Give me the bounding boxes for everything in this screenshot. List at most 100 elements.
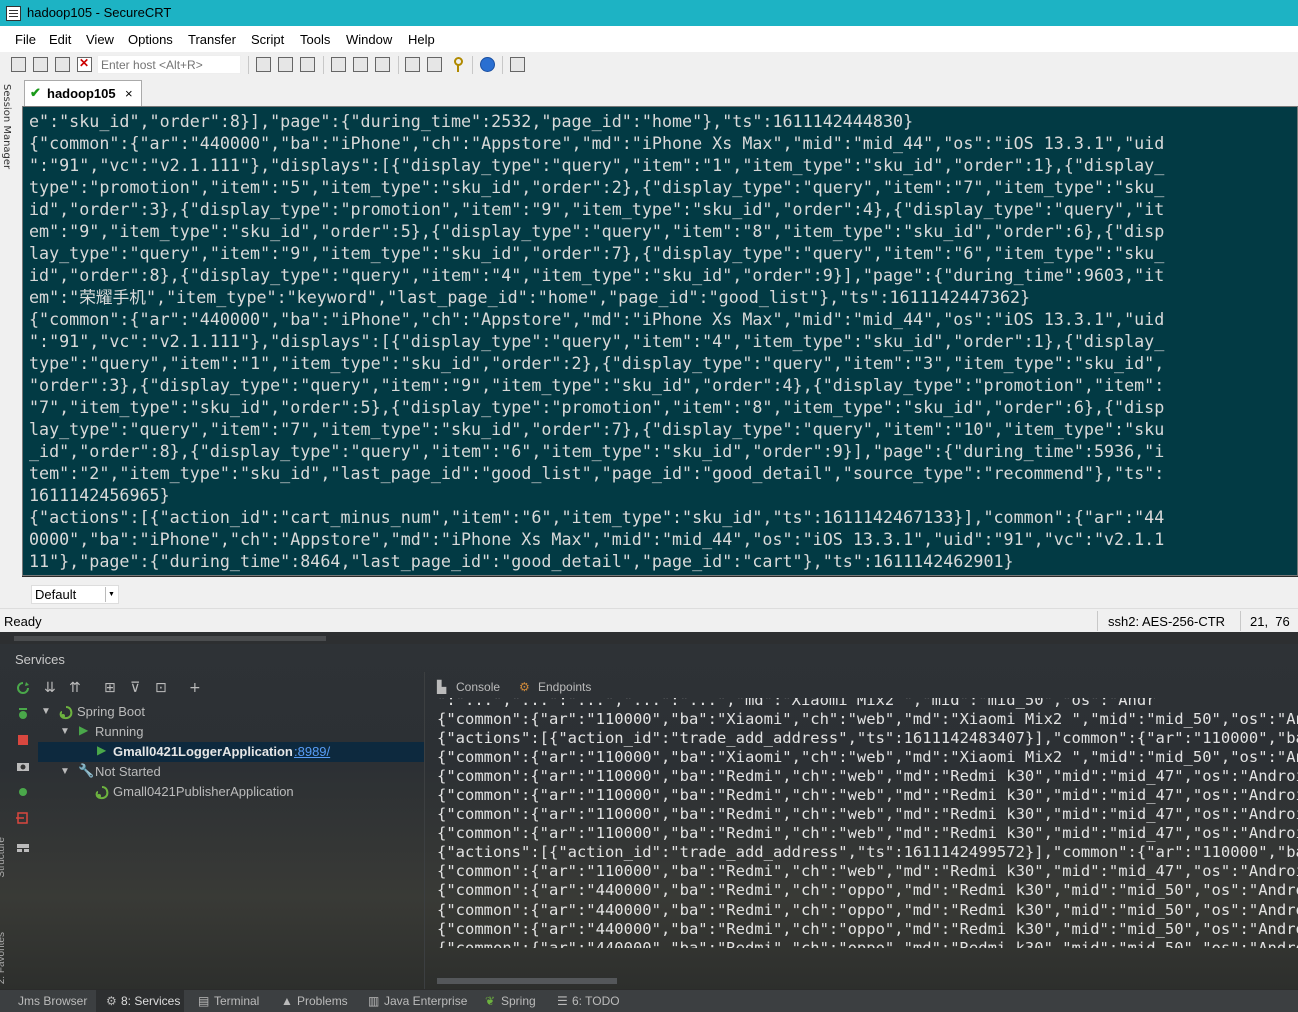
- terminal-line: lay_type":"query","item":"7","item_type"…: [29, 419, 1165, 439]
- status-divider: [1097, 611, 1098, 631]
- tool-services[interactable]: 8: Services: [121, 994, 180, 1008]
- tool-todo[interactable]: 6: TODO: [572, 994, 620, 1008]
- copy-icon[interactable]: [256, 57, 271, 72]
- connect-icon[interactable]: [11, 57, 26, 72]
- terminal-line: em":"9","item_type":"sku_id","order":5},…: [29, 221, 1165, 241]
- console-line: {"common":{"ar":"440000","ba":"Redmi","c…: [437, 900, 1298, 919]
- tree-running[interactable]: Running: [95, 724, 143, 739]
- console-line: {"actions":[{"action_id":"trade_add_addr…: [437, 843, 1298, 862]
- menu-window[interactable]: Window: [346, 32, 392, 47]
- command-bar: Default ▼: [22, 577, 1298, 608]
- scrollbar-thumb[interactable]: [14, 636, 326, 641]
- terminal-line: em":"荣耀手机","item_type":"keyword","last_p…: [29, 287, 1031, 307]
- print-screen-icon[interactable]: [331, 57, 346, 72]
- debug-icon[interactable]: [16, 708, 30, 720]
- session-tab-bar: ✔ hadoop105 ×: [22, 78, 1298, 106]
- side-tool-label-favorites[interactable]: 2: Favorites: [0, 932, 7, 984]
- terminal-line: _id","order":8},{"display_type":"query",…: [29, 441, 1165, 461]
- session-select[interactable]: Default ▼: [31, 585, 119, 604]
- console-line: {"common":{"ar":"110000","ba":"Xiaomi","…: [437, 748, 1298, 767]
- side-tool-label[interactable]: Structure: [0, 837, 7, 878]
- help-icon[interactable]: [480, 57, 495, 72]
- console-output[interactable]: ":"...","...":"...","...":"...","md":"Xi…: [437, 698, 1298, 948]
- menu-edit[interactable]: Edit: [49, 32, 71, 47]
- tool-java-enterprise[interactable]: Java Enterprise: [384, 994, 467, 1008]
- print-selection-icon[interactable]: [353, 57, 368, 72]
- title-bar: hadoop105 - SecureCRT: [0, 0, 1298, 26]
- wrench-icon: 🔧: [78, 763, 95, 778]
- menu-view[interactable]: View: [86, 32, 114, 47]
- terminal-line: {"common":{"ar":"440000","ba":"iPhone","…: [29, 309, 1165, 329]
- expand-all-icon[interactable]: ⇊: [44, 680, 56, 696]
- camera-icon[interactable]: [16, 760, 30, 772]
- group-icon[interactable]: ⊞: [104, 680, 116, 696]
- filter-icon[interactable]: ⊽: [130, 680, 140, 696]
- tab-close-icon[interactable]: ×: [125, 86, 133, 101]
- menu-help[interactable]: Help: [408, 32, 435, 47]
- keymap-icon[interactable]: [510, 57, 525, 72]
- status-divider: [1240, 611, 1241, 631]
- session-manager-tab[interactable]: Session Manager: [0, 78, 17, 198]
- endpoints-icon: ⚙: [519, 680, 530, 694]
- menu-file[interactable]: File: [15, 32, 36, 47]
- menu-script[interactable]: Script: [251, 32, 284, 47]
- terminal-output[interactable]: e":"sku_id","order":8}],"page":{"during_…: [22, 106, 1298, 576]
- tool-problems[interactable]: Problems: [297, 994, 348, 1008]
- securecrt-app-icon[interactable]: [6, 6, 21, 21]
- collapse-all-icon[interactable]: ⇈: [69, 680, 81, 696]
- open-tab-icon[interactable]: ⊡: [155, 680, 167, 696]
- global-options-icon[interactable]: [427, 57, 442, 72]
- tree-expand-icon[interactable]: ▼: [60, 726, 70, 737]
- terminal-line: "order":3},{"display_type":"query","item…: [29, 375, 1165, 395]
- quick-connect-icon[interactable]: [33, 57, 48, 72]
- stop-icon[interactable]: [16, 734, 30, 746]
- layout-icon[interactable]: [16, 842, 30, 854]
- panel-splitter[interactable]: [424, 672, 425, 995]
- tree-expand-icon[interactable]: ▼: [41, 706, 51, 717]
- paste-icon[interactable]: [278, 57, 293, 72]
- session-options-icon[interactable]: [405, 57, 420, 72]
- key-icon[interactable]: [449, 57, 464, 72]
- tool-jms-browser[interactable]: Jms Browser: [18, 994, 87, 1008]
- services-toolbar: ⇊ ⇈ ⊞ ⊽ ⊡ +: [38, 676, 424, 700]
- console-line: ":"...","...":"...","...":"...","md":"Xi…: [437, 698, 1156, 709]
- debug-settings-icon[interactable]: [16, 786, 30, 798]
- app-port-link[interactable]: :8989/: [294, 744, 330, 759]
- terminal-line: {"common":{"ar":"440000","ba":"iPhone","…: [29, 133, 1165, 153]
- toolbar-divider: [323, 56, 324, 74]
- find-icon[interactable]: [300, 57, 315, 72]
- tree-not-started[interactable]: Not Started: [95, 764, 161, 779]
- tool-spring[interactable]: Spring: [501, 994, 536, 1008]
- console-horizontal-scrollbar[interactable]: [437, 978, 617, 984]
- reconnect-icon[interactable]: [55, 57, 70, 72]
- exit-icon[interactable]: [16, 812, 30, 824]
- tree-expand-icon[interactable]: ▼: [60, 766, 70, 777]
- menu-tools[interactable]: Tools: [300, 32, 330, 47]
- tree-spring-boot[interactable]: Spring Boot: [77, 704, 145, 719]
- java-enterprise-tool-icon: ▥: [368, 994, 380, 1008]
- toolbar-divider: [248, 56, 249, 74]
- rerun-icon[interactable]: [16, 682, 30, 694]
- console-line: {"common":{"ar":"110000","ba":"Redmi","c…: [437, 862, 1298, 881]
- tree-logger-application[interactable]: Gmall0421LoggerApplication: [113, 744, 293, 759]
- tab-console[interactable]: Console: [456, 680, 500, 694]
- menu-transfer[interactable]: Transfer: [188, 32, 236, 47]
- tool-terminal[interactable]: Terminal: [214, 994, 259, 1008]
- print-icon[interactable]: [375, 57, 390, 72]
- terminal-line: tem":"2","item_type":"sku_id","last_page…: [29, 463, 1165, 483]
- tree-publisher-application[interactable]: Gmall0421PublisherApplication: [113, 784, 294, 799]
- terminal-line: {"actions":[{"action_id":"cart_minus_num…: [29, 507, 1165, 527]
- dropdown-arrow-icon[interactable]: ▼: [105, 587, 117, 602]
- menu-options[interactable]: Options: [128, 32, 173, 47]
- terminal-line: 1611142456965}: [29, 485, 170, 505]
- terminal-line: 11"},"page":{"during_time":8464,"last_pa…: [29, 551, 1014, 571]
- console-line: {"common":{"ar":"110000","ba":"Redmi","c…: [437, 824, 1298, 843]
- console-line: {"common":{"ar":"110000","ba":"Redmi","c…: [437, 805, 1298, 824]
- terminal-line: lay_type":"query","item":"9","item_type"…: [29, 243, 1165, 263]
- tab-endpoints[interactable]: Endpoints: [538, 680, 591, 694]
- tab-hadoop105[interactable]: ✔ hadoop105 ×: [24, 80, 142, 106]
- disconnect-icon[interactable]: [77, 56, 92, 72]
- enter-host-input[interactable]: [97, 55, 241, 74]
- terminal-lines: e":"sku_id","order":8}],"page":{"during_…: [29, 110, 1164, 572]
- add-service-icon[interactable]: +: [189, 680, 201, 696]
